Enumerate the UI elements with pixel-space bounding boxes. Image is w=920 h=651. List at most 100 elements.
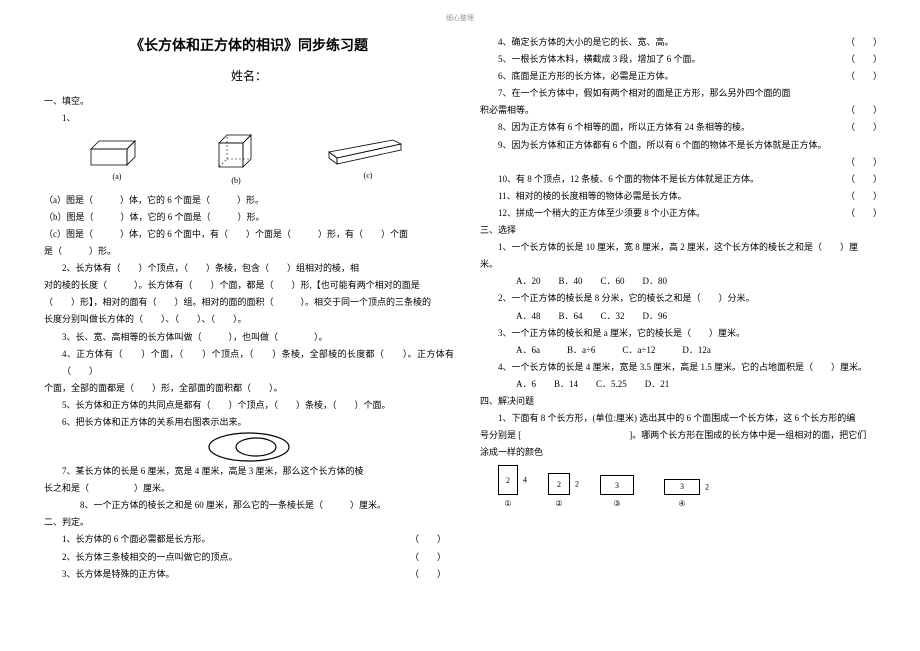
section-4-head: 四、解决问题 bbox=[480, 393, 890, 410]
s4: 4、一个长方体的长是 4 厘米，宽是 3.5 厘米，高是 1.5 厘米。它的占地… bbox=[480, 359, 890, 376]
q2-2: 对的棱的长度（ ）。长方体有（ ）个面，都是（ ）形,【也可能有两个相对的面是 bbox=[44, 277, 454, 294]
rect-inner-num: 3 bbox=[680, 479, 684, 494]
label-b: (b) bbox=[213, 173, 259, 188]
j12: 12、拼成一个稍大的正方体至少须要 8 个小正方体。 （ ） bbox=[480, 205, 890, 222]
j10-text: 10、有 8 个顶点，12 条棱、6 个面的物体不是长方体就是正方体。 bbox=[498, 174, 759, 184]
j8-text: 8、因为正方体有 6 个相等的面，所以正方体有 24 条相等的棱。 bbox=[498, 122, 750, 132]
rect-circle-num: ② bbox=[548, 496, 570, 511]
p1-2: 号分别是 [ ]。哪两个长方形在围成的长方体中是一组相对的面，把它们 bbox=[480, 427, 890, 444]
j1-text: 1、长方体的 6 个面必需都是长方形。 bbox=[62, 534, 211, 544]
paren: （ ） bbox=[846, 171, 882, 188]
shapes-row: (a) (b) (c) bbox=[44, 128, 454, 192]
j7-1: 7、在一个长方体中，假如有两个相对的面是正方形，那么另外四个面的面 bbox=[480, 85, 890, 102]
s3: 3、一个正方体的棱长和是 a 厘米，它的棱长是（ ）厘米。 bbox=[480, 325, 890, 342]
s1-2: 米。 bbox=[480, 256, 890, 273]
rect-right-label: 2 bbox=[575, 477, 579, 492]
q6: 6、把长方体和正方体的关系用右图表示出来。 bbox=[44, 414, 454, 431]
j6: 6、底面是正方形的长方体，必需是正方体。 （ ） bbox=[480, 68, 890, 85]
s1-opts: A．20 B．40 C．60 D．80 bbox=[480, 273, 890, 290]
rect-box: 24 bbox=[498, 465, 518, 495]
section-2-head: 二、判定。 bbox=[44, 514, 454, 531]
j9: 9、因为长方体和正方体都有 6 个面，所以有 6 个面的物体不是长方体就是正方体… bbox=[480, 137, 890, 154]
left-column: 《长方体和正方体的相识》同步练习题 姓名： 一、填空。 1、 (a) bbox=[44, 34, 454, 583]
shape-b-cube: (b) bbox=[213, 131, 259, 188]
s2-opts: A．48 B．64 C．32 D．96 bbox=[480, 308, 890, 325]
j8: 8、因为正方体有 6 个相等的面，所以正方体有 24 条相等的棱。 （ ） bbox=[480, 119, 890, 136]
paren: （ ） bbox=[846, 154, 882, 171]
j6-text: 6、底面是正方形的长方体，必需是正方体。 bbox=[498, 71, 674, 81]
paren: （ ） bbox=[846, 205, 882, 222]
paren: （ ） bbox=[846, 51, 882, 68]
j1: 1、长方体的 6 个面必需都是长方形。 （ ） bbox=[44, 531, 454, 548]
header-tag: 细心整理 bbox=[446, 12, 474, 25]
rect-inner-num: 2 bbox=[557, 477, 561, 492]
q8: 8、一个正方体的棱长之和是 60 厘米，那么它的一条棱长是（ ）厘米。 bbox=[44, 497, 454, 514]
q1-number: 1、 bbox=[44, 110, 454, 127]
q5: 5、长方体和正方体的共同点是都有（ ）个顶点，（ ）条棱，（ ）个面。 bbox=[44, 397, 454, 414]
paren: （ ） bbox=[410, 566, 446, 583]
q7-1: 7、某长方体的长是 6 厘米，宽是 4 厘米，高是 3 厘米，那么这个长方体的棱 bbox=[44, 463, 454, 480]
j2: 2、长方体三条棱相交的一点叫做它的顶点。 （ ） bbox=[44, 549, 454, 566]
rect-item: 32④ bbox=[664, 478, 700, 511]
paren: （ ） bbox=[846, 102, 882, 119]
j11: 11、相对的棱的长度相等的物体必需是长方体。 （ ） bbox=[480, 188, 890, 205]
rect-circle-num: ① bbox=[498, 496, 518, 511]
rect-right-label: 4 bbox=[523, 473, 527, 488]
j7-2-text: 积必需相等。 bbox=[480, 105, 534, 115]
q2-1: 2、长方体有（ ）个顶点，（ ）条棱，包含（ ）组相对的棱，相 bbox=[44, 260, 454, 277]
right-column: 4、确定长方体的大小的是它的长、宽、高。 （ ） 5、一根长方体木料，横截成 3 … bbox=[480, 34, 890, 583]
s4-opts: A．6 B．14 C．5.25 D．21 bbox=[480, 376, 890, 393]
rect-item: 22② bbox=[548, 473, 570, 511]
j3: 3、长方体是特殊的正方体。 （ ） bbox=[44, 566, 454, 583]
j4-text: 4、确定长方体的大小的是它的长、宽、高。 bbox=[498, 37, 674, 47]
q1a: （a）图是（ ）体，它的 6 个面是（ ）形。 bbox=[44, 192, 454, 209]
label-c: (c) bbox=[325, 168, 411, 183]
p1-3: 涂成一样的颜色 bbox=[480, 444, 890, 461]
paren: （ ） bbox=[846, 68, 882, 85]
page-container: 《长方体和正方体的相识》同步练习题 姓名： 一、填空。 1、 (a) bbox=[0, 0, 920, 593]
rect-item: 3③ bbox=[600, 475, 634, 511]
q2-3: （ ）形】，相对的面有（ ）组。相对的面的面积（ ）。相交于同一个顶点的三条棱的 bbox=[44, 294, 454, 311]
rect-box: 22 bbox=[548, 473, 570, 495]
rect-item: 24① bbox=[498, 465, 518, 511]
doc-title: 《长方体和正方体的相识》同步练习题 bbox=[44, 34, 454, 61]
q1c-1: （c）图是（ ）体，它的 6 个面中，有（ ）个面是（ ）形，有（ ）个面 bbox=[44, 226, 454, 243]
p1-1: 1、下面有 8 个长方形，(单位:厘米) 选出其中的 6 个面围成一个长方体，这… bbox=[480, 410, 890, 427]
q2-4: 长度分别叫做长方体的（ ）、（ ）、（ ）。 bbox=[44, 311, 454, 328]
q3: 3、长、宽、高相等的长方体叫做（ ），也叫做（ ）。 bbox=[44, 329, 454, 346]
j12-text: 12、拼成一个稍大的正方体至少须要 8 个小正方体。 bbox=[498, 208, 705, 218]
j4: 4、确定长方体的大小的是它的长、宽、高。 （ ） bbox=[480, 34, 890, 51]
rect-box: 32 bbox=[664, 479, 700, 495]
venn-diagram bbox=[44, 431, 454, 463]
s1-1: 1、一个长方体的长是 10 厘米，宽 8 厘米，高 2 厘米，这个长方体的棱长之… bbox=[480, 239, 890, 256]
q6-row: 6、把长方体和正方体的关系用右图表示出来。 bbox=[44, 414, 454, 431]
q1c-2: 是（ ）形。 bbox=[44, 243, 454, 260]
s3-opts: A．6a B．a÷6 C．a÷12 D．12a bbox=[480, 342, 890, 359]
rect-circle-num: ③ bbox=[600, 496, 634, 511]
j2-text: 2、长方体三条棱相交的一点叫做它的顶点。 bbox=[62, 552, 238, 562]
j5: 5、一根长方体木料，横截成 3 段，增加了 6 个面。 （ ） bbox=[480, 51, 890, 68]
j11-text: 11、相对的棱的长度相等的物体必需是长方体。 bbox=[498, 191, 687, 201]
rectangles-row: 24①22②3③32④ bbox=[480, 461, 890, 511]
name-field: 姓名： bbox=[44, 65, 454, 88]
shape-a-cuboid: (a) bbox=[87, 135, 147, 184]
paren: （ ） bbox=[846, 188, 882, 205]
paren: （ ） bbox=[846, 34, 882, 51]
paren: （ ） bbox=[846, 119, 882, 136]
rect-inner-num: 2 bbox=[506, 473, 510, 488]
j7-2: 积必需相等。 （ ） bbox=[480, 102, 890, 119]
paren: （ ） bbox=[410, 549, 446, 566]
label-a: (a) bbox=[87, 169, 147, 184]
j5-text: 5、一根长方体木料，横截成 3 段，增加了 6 个面。 bbox=[498, 54, 701, 64]
q4-1: 4、正方体有（ ）个面，（ ）个顶点，（ ）条棱，全部棱的长度都（ ）。正方体有… bbox=[44, 346, 454, 380]
rect-box: 3 bbox=[600, 475, 634, 495]
section-1-head: 一、填空。 bbox=[44, 93, 454, 110]
rect-circle-num: ④ bbox=[664, 496, 700, 511]
shape-c-prism: (c) bbox=[325, 136, 411, 183]
rect-inner-num: 3 bbox=[615, 478, 619, 493]
paren: （ ） bbox=[410, 531, 446, 548]
section-3-head: 三、选择 bbox=[480, 222, 890, 239]
q4-2: 个面，全部的面都是（ ）形，全部面的面积都（ ）。 bbox=[44, 380, 454, 397]
j10: 10、有 8 个顶点，12 条棱、6 个面的物体不是长方体就是正方体。 （ ） bbox=[480, 171, 890, 188]
j3-text: 3、长方体是特殊的正方体。 bbox=[62, 569, 175, 579]
